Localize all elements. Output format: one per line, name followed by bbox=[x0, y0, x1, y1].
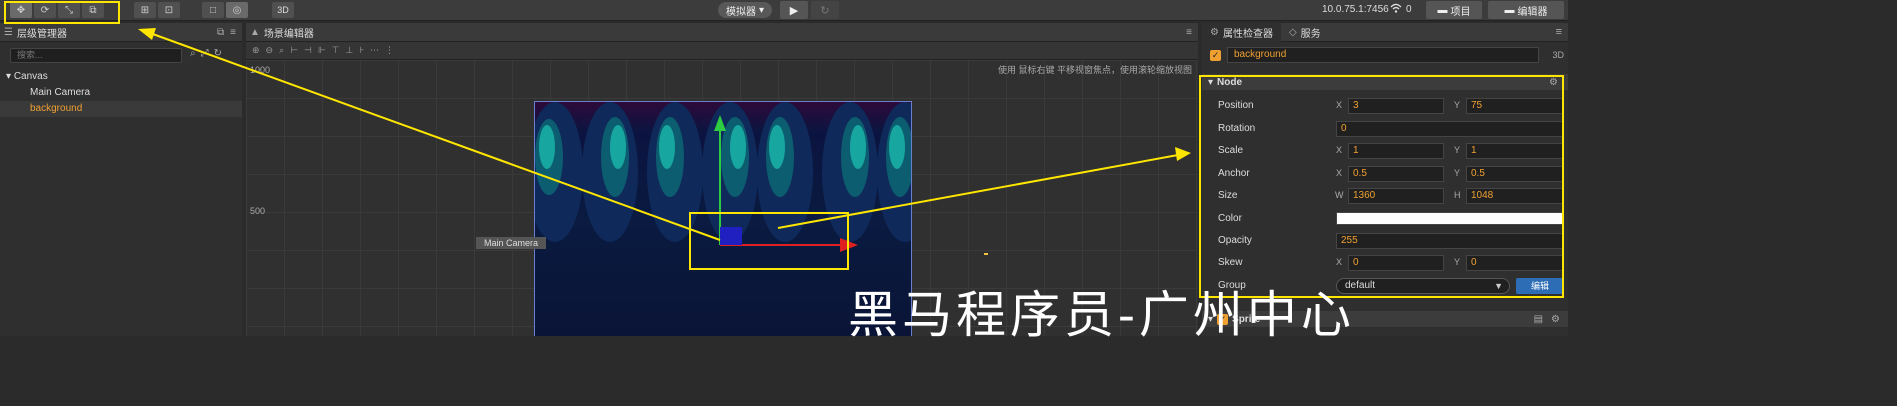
node-active-checkbox[interactable]: ✓ bbox=[1210, 49, 1221, 61]
tab-services[interactable]: ◇ 服务 bbox=[1281, 23, 1329, 42]
project-label: 项目 bbox=[1450, 6, 1471, 18]
tree-item-label: Canvas bbox=[13, 71, 48, 82]
hierarchy-title: 层级管理器 bbox=[16, 28, 67, 40]
simulator-dropdown[interactable]: 模拟器 ▾ bbox=[718, 2, 773, 18]
editor-button[interactable]: ▬ 编辑器 bbox=[1488, 1, 1564, 19]
main-camera-label: Main Camera bbox=[476, 237, 546, 249]
device-count: 0 bbox=[1406, 4, 1412, 15]
hierarchy-search-tools: ⌕ ⤢ ↻ bbox=[190, 48, 222, 59]
tree-item-background[interactable]: background bbox=[0, 101, 242, 117]
pivot-tool-group: ⊞ ⊡ bbox=[134, 2, 180, 18]
play-icon: ▶ bbox=[789, 4, 799, 17]
highlight-box-gizmo bbox=[689, 212, 849, 270]
hierarchy-tab[interactable]: ☰ 层级管理器 ⧉ ≡ bbox=[0, 23, 242, 42]
pivot-mode-button[interactable]: ⊞ bbox=[134, 2, 156, 18]
tree-item-canvas[interactable]: ▾ Canvas bbox=[0, 69, 242, 85]
gear-icon: ⚙ bbox=[1210, 26, 1219, 38]
folder-icon: ▬ bbox=[1437, 4, 1448, 16]
menu-icon[interactable]: ≡ bbox=[1556, 26, 1562, 38]
folder-icon: ▬ bbox=[1504, 4, 1515, 16]
preview-ip: 10.0.75.1:7456 bbox=[1322, 4, 1389, 15]
gizmo-world-button[interactable]: ◎ bbox=[226, 2, 248, 18]
simulator-label: 模拟器 bbox=[726, 6, 756, 18]
editor-label: 编辑器 bbox=[1517, 6, 1548, 18]
node-name-input[interactable]: background bbox=[1227, 47, 1539, 63]
hierarchy-panel: ☰ 层级管理器 ⧉ ≡ 搜索... ⌕ ⤢ ↻ ▾ Canvas Main Ca… bbox=[0, 23, 242, 336]
node-tree: ▾ Canvas Main Camera background bbox=[0, 69, 242, 117]
tab-properties-label: 属性检查器 bbox=[1222, 28, 1273, 40]
search-icon[interactable]: ⌕ bbox=[190, 48, 196, 59]
refresh-button[interactable]: ↻ bbox=[811, 1, 839, 19]
refresh-icon: ↻ bbox=[820, 4, 830, 17]
wifi-icon bbox=[1390, 3, 1402, 16]
inspector-tabs: ⚙ 属性检查器 ◇ 服务 ≡ bbox=[1202, 22, 1568, 42]
chevron-down-icon: ▾ bbox=[759, 4, 765, 16]
refresh-icon[interactable]: ↻ bbox=[214, 48, 222, 59]
collapse-icon[interactable]: ⤢ bbox=[201, 48, 209, 59]
tab-properties[interactable]: ⚙ 属性检查器 bbox=[1202, 22, 1281, 42]
hierarchy-search-input[interactable]: 搜索... bbox=[10, 48, 182, 63]
tree-item-label: Main Camera bbox=[30, 87, 91, 98]
watermark-text: 黑马程序员-广州中心 bbox=[848, 286, 1355, 344]
local-mode-button[interactable]: ⊡ bbox=[158, 2, 180, 18]
tab-services-label: 服务 bbox=[1300, 28, 1321, 40]
highlight-box-node-section bbox=[1199, 75, 1564, 298]
inspector-3d-toggle[interactable]: 3D bbox=[1552, 50, 1564, 60]
tree-item-label: background bbox=[30, 103, 83, 114]
cloud-icon: ◇ bbox=[1288, 26, 1297, 38]
gizmo-rect-button[interactable]: □ bbox=[202, 2, 224, 18]
y-axis-arrow-icon bbox=[714, 115, 726, 131]
hierarchy-icon: ☰ bbox=[4, 26, 13, 38]
popout-icon[interactable]: ⧉ bbox=[217, 27, 224, 38]
highlight-box-toolbar bbox=[4, 1, 120, 24]
main-toolbar: ✥ ⟳ ⤡ ⧉ ⊞ ⊡ □ ◎ 3D 模拟器 ▾ ▶ ↻ 10.0.75.1:7… bbox=[0, 0, 1568, 21]
menu-icon[interactable]: ≡ bbox=[230, 27, 236, 38]
mode-3d-button[interactable]: 3D bbox=[272, 2, 294, 18]
expand-arrow-icon[interactable]: ▾ bbox=[6, 71, 11, 82]
selection-marker bbox=[984, 253, 988, 255]
gear-icon[interactable]: ⚙ bbox=[1551, 314, 1560, 325]
play-button[interactable]: ▶ bbox=[780, 1, 808, 19]
help-book-icon[interactable]: ▤ bbox=[1534, 314, 1543, 325]
gizmo-tool-group: □ ◎ bbox=[202, 2, 248, 18]
node-name-row: ✓ background bbox=[1210, 47, 1539, 63]
project-button[interactable]: ▬ 项目 bbox=[1426, 1, 1482, 19]
tree-item-main-camera[interactable]: Main Camera bbox=[0, 85, 242, 101]
